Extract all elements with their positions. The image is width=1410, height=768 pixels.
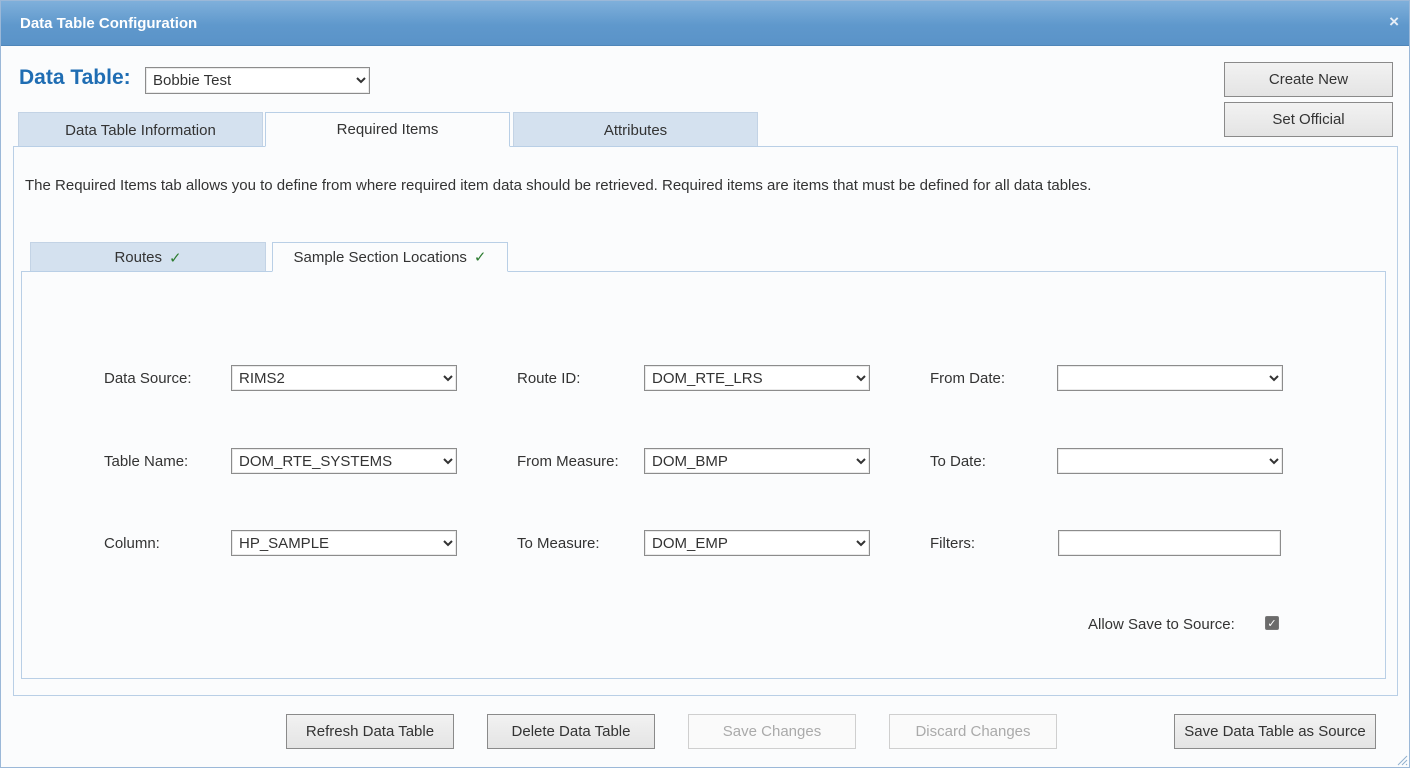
subtab-sample-section-locations-label: Sample Section Locations [293, 248, 467, 266]
data-table-label: Data Table: [19, 66, 131, 89]
data-source-label: Data Source: [104, 370, 192, 387]
column-label: Column: [104, 535, 160, 552]
route-id-select[interactable]: DOM_RTE_LRS [644, 365, 870, 391]
to-measure-select[interactable]: DOM_EMP [644, 530, 870, 556]
dialog-title: Data Table Configuration [20, 15, 198, 32]
table-name-select[interactable]: DOM_RTE_SYSTEMS [231, 448, 457, 474]
from-date-select[interactable] [1057, 365, 1283, 391]
filters-label: Filters: [930, 535, 975, 552]
delete-data-table-button[interactable]: Delete Data Table [487, 714, 655, 749]
save-data-table-as-source-button[interactable]: Save Data Table as Source [1174, 714, 1376, 749]
subtab-routes[interactable]: Routes ✓ [30, 242, 266, 272]
to-date-select[interactable] [1057, 448, 1283, 474]
discard-changes-button[interactable]: Discard Changes [889, 714, 1057, 749]
tab-data-table-information[interactable]: Data Table Information [18, 112, 263, 147]
column-select[interactable]: HP_SAMPLE [231, 530, 457, 556]
to-measure-label: To Measure: [517, 535, 600, 552]
data-table-select[interactable]: Bobbie Test [145, 67, 370, 94]
allow-save-to-source-checkbox[interactable]: ✓ [1265, 616, 1279, 630]
filters-input[interactable] [1058, 530, 1281, 556]
from-measure-label: From Measure: [517, 453, 619, 470]
required-items-description: The Required Items tab allows you to def… [25, 177, 1092, 194]
tab-required-items[interactable]: Required Items [265, 112, 510, 147]
from-date-label: From Date: [930, 370, 1006, 387]
create-new-button[interactable]: Create New [1224, 62, 1393, 97]
save-changes-button[interactable]: Save Changes [688, 714, 856, 749]
set-official-button[interactable]: Set Official [1224, 102, 1393, 137]
from-measure-select[interactable]: DOM_BMP [644, 448, 870, 474]
check-icon: ✓ [473, 249, 487, 266]
tab-attributes[interactable]: Attributes [513, 112, 758, 147]
to-date-label: To Date: [930, 453, 986, 470]
subtab-routes-label: Routes [114, 249, 162, 266]
resize-handle-icon[interactable] [1396, 754, 1408, 766]
close-icon[interactable]: × [1389, 12, 1399, 32]
table-name-label: Table Name: [104, 453, 189, 470]
title-bar[interactable]: Data Table Configuration × [1, 1, 1409, 46]
allow-save-to-source-label: Allow Save to Source: [1088, 616, 1235, 633]
subtab-sample-section-locations[interactable]: Sample Section Locations ✓ [272, 242, 508, 272]
refresh-data-table-button[interactable]: Refresh Data Table [286, 714, 454, 749]
data-source-select[interactable]: RIMS2 [231, 365, 457, 391]
check-icon: ✓ [168, 249, 182, 267]
route-id-label: Route ID: [517, 370, 581, 387]
